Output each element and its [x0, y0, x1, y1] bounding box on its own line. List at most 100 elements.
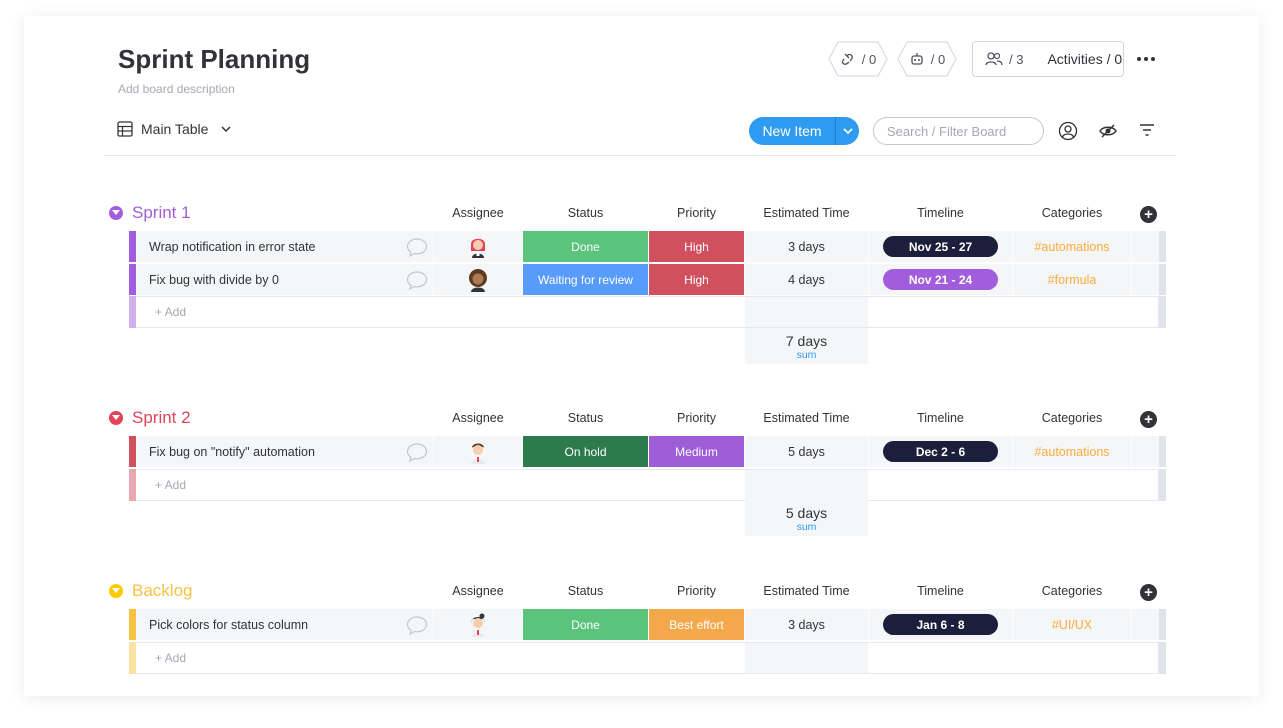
category-cell[interactable]: #automations	[1013, 436, 1131, 467]
column-header-estimated-time[interactable]: Estimated Time	[745, 411, 868, 425]
priority-cell[interactable]: Medium	[649, 436, 744, 467]
estimate-cell[interactable]: 3 days	[745, 231, 868, 262]
timeline-pill: Nov 25 - 27	[883, 236, 998, 257]
add-item-row[interactable]: + Add	[129, 642, 1166, 674]
group-header: Sprint 2 Assignee Status Priority Estima…	[0, 406, 1283, 430]
integrations-count: / 0	[861, 51, 877, 67]
assignee-cell[interactable]	[434, 264, 522, 295]
sum-value: 7 days	[785, 333, 828, 349]
status-cell[interactable]: Done	[523, 231, 648, 262]
members-activities-button[interactable]: / 3 Activities / 0	[972, 41, 1124, 77]
item-name[interactable]: Pick colors for status column	[149, 618, 308, 632]
item-name[interactable]: Fix bug on "notify" automation	[149, 445, 315, 459]
column-header-priority[interactable]: Priority	[649, 411, 744, 425]
group-title[interactable]: Backlog	[132, 581, 192, 601]
estimate-cell[interactable]: 5 days	[745, 436, 868, 467]
view-label: Main Table	[141, 121, 209, 137]
assignee-cell[interactable]	[434, 609, 522, 640]
table-row[interactable]: Fix bug with divide by 0 Waiting for rev…	[129, 264, 1166, 296]
group-collapse-icon[interactable]	[109, 206, 123, 220]
group-collapse-icon[interactable]	[109, 584, 123, 598]
add-column-icon[interactable]: +	[1140, 206, 1157, 223]
board-title[interactable]: Sprint Planning	[118, 44, 310, 75]
table-row[interactable]: Fix bug on "notify" automation On hold M…	[129, 436, 1166, 468]
column-header-timeline[interactable]: Timeline	[869, 584, 1012, 598]
column-header-categories[interactable]: Categories	[1013, 584, 1131, 598]
item-name[interactable]: Wrap notification in error state	[149, 240, 316, 254]
priority-cell[interactable]: High	[649, 264, 744, 295]
hide-columns-icon[interactable]	[1098, 121, 1118, 141]
add-column-icon[interactable]: +	[1140, 411, 1157, 428]
column-header-priority[interactable]: Priority	[649, 584, 744, 598]
category-cell[interactable]: #formula	[1013, 264, 1131, 295]
add-item-row[interactable]: + Add	[129, 469, 1166, 501]
estimate-cell[interactable]: 3 days	[745, 609, 868, 640]
column-header-assignee[interactable]: Assignee	[434, 584, 522, 598]
column-header-estimated-time[interactable]: Estimated Time	[745, 206, 868, 220]
status-cell[interactable]: On hold	[523, 436, 648, 467]
members-count: / 3	[1009, 51, 1024, 67]
add-item-row[interactable]: + Add	[129, 296, 1166, 328]
group-header: Sprint 1 Assignee Status Priority Estima…	[0, 201, 1283, 225]
new-item-dropdown-icon[interactable]	[836, 126, 859, 136]
person-filter-icon[interactable]	[1058, 121, 1078, 141]
comment-bubble-icon[interactable]	[406, 442, 428, 462]
integrations-button[interactable]: / 0	[828, 41, 888, 77]
column-header-status[interactable]: Status	[523, 584, 648, 598]
column-header-assignee[interactable]: Assignee	[434, 411, 522, 425]
avatar-redhair-icon	[471, 238, 485, 258]
priority-cell[interactable]: Best effort	[649, 609, 744, 640]
assignee-cell[interactable]	[434, 231, 522, 262]
column-header-priority[interactable]: Priority	[649, 206, 744, 220]
group-title[interactable]: Sprint 2	[132, 408, 191, 428]
comment-bubble-icon[interactable]	[406, 270, 428, 290]
table-row[interactable]: Pick colors for status column Done Best …	[129, 609, 1166, 641]
sum-label[interactable]: sum	[745, 521, 868, 533]
search-input[interactable]: Search / Filter Board	[873, 117, 1044, 145]
status-cell[interactable]: Done	[523, 609, 648, 640]
avatar-woman-icon	[471, 613, 485, 637]
column-header-assignee[interactable]: Assignee	[434, 206, 522, 220]
group-title[interactable]: Sprint 1	[132, 203, 191, 223]
timeline-cell[interactable]: Nov 21 - 24	[869, 264, 1012, 295]
column-header-status[interactable]: Status	[523, 206, 648, 220]
item-name[interactable]: Fix bug with divide by 0	[149, 273, 279, 287]
group-collapse-icon[interactable]	[109, 411, 123, 425]
column-header-status[interactable]: Status	[523, 411, 648, 425]
more-options-icon[interactable]	[1137, 57, 1155, 61]
column-header-estimated-time[interactable]: Estimated Time	[745, 584, 868, 598]
board-description[interactable]: Add board description	[118, 82, 235, 96]
assignee-cell[interactable]	[434, 436, 522, 467]
automations-button[interactable]: / 0	[897, 41, 957, 77]
add-item-label[interactable]: + Add	[155, 478, 186, 492]
sum-label[interactable]: sum	[745, 349, 868, 361]
view-selector[interactable]: Main Table	[117, 121, 234, 137]
category-cell[interactable]: #automations	[1013, 231, 1131, 262]
timeline-cell[interactable]: Nov 25 - 27	[869, 231, 1012, 262]
timeline-pill: Jan 6 - 8	[883, 614, 998, 635]
add-column-icon[interactable]: +	[1140, 584, 1157, 601]
toolbar-divider	[104, 155, 1176, 156]
category-cell[interactable]: #UI/UX	[1013, 609, 1131, 640]
add-item-label[interactable]: + Add	[155, 651, 186, 665]
people-icon	[985, 52, 1003, 66]
column-header-timeline[interactable]: Timeline	[869, 206, 1012, 220]
estimate-cell[interactable]: 4 days	[745, 264, 868, 295]
column-header-categories[interactable]: Categories	[1013, 411, 1131, 425]
timeline-pill: Dec 2 - 6	[883, 441, 998, 462]
table-row[interactable]: Wrap notification in error state Done Hi…	[129, 231, 1166, 263]
add-item-label[interactable]: + Add	[155, 305, 186, 319]
status-cell[interactable]: Waiting for review	[523, 264, 648, 295]
comment-bubble-icon[interactable]	[406, 615, 428, 635]
comment-bubble-icon[interactable]	[406, 237, 428, 257]
automations-count: / 0	[930, 51, 946, 67]
table-icon	[117, 121, 133, 137]
robot-icon	[911, 53, 923, 65]
timeline-cell[interactable]: Jan 6 - 8	[869, 609, 1012, 640]
priority-cell[interactable]: High	[649, 231, 744, 262]
new-item-button[interactable]: New Item	[749, 117, 859, 145]
timeline-cell[interactable]: Dec 2 - 6	[869, 436, 1012, 467]
filter-icon[interactable]	[1138, 121, 1156, 139]
column-header-categories[interactable]: Categories	[1013, 206, 1131, 220]
column-header-timeline[interactable]: Timeline	[869, 411, 1012, 425]
